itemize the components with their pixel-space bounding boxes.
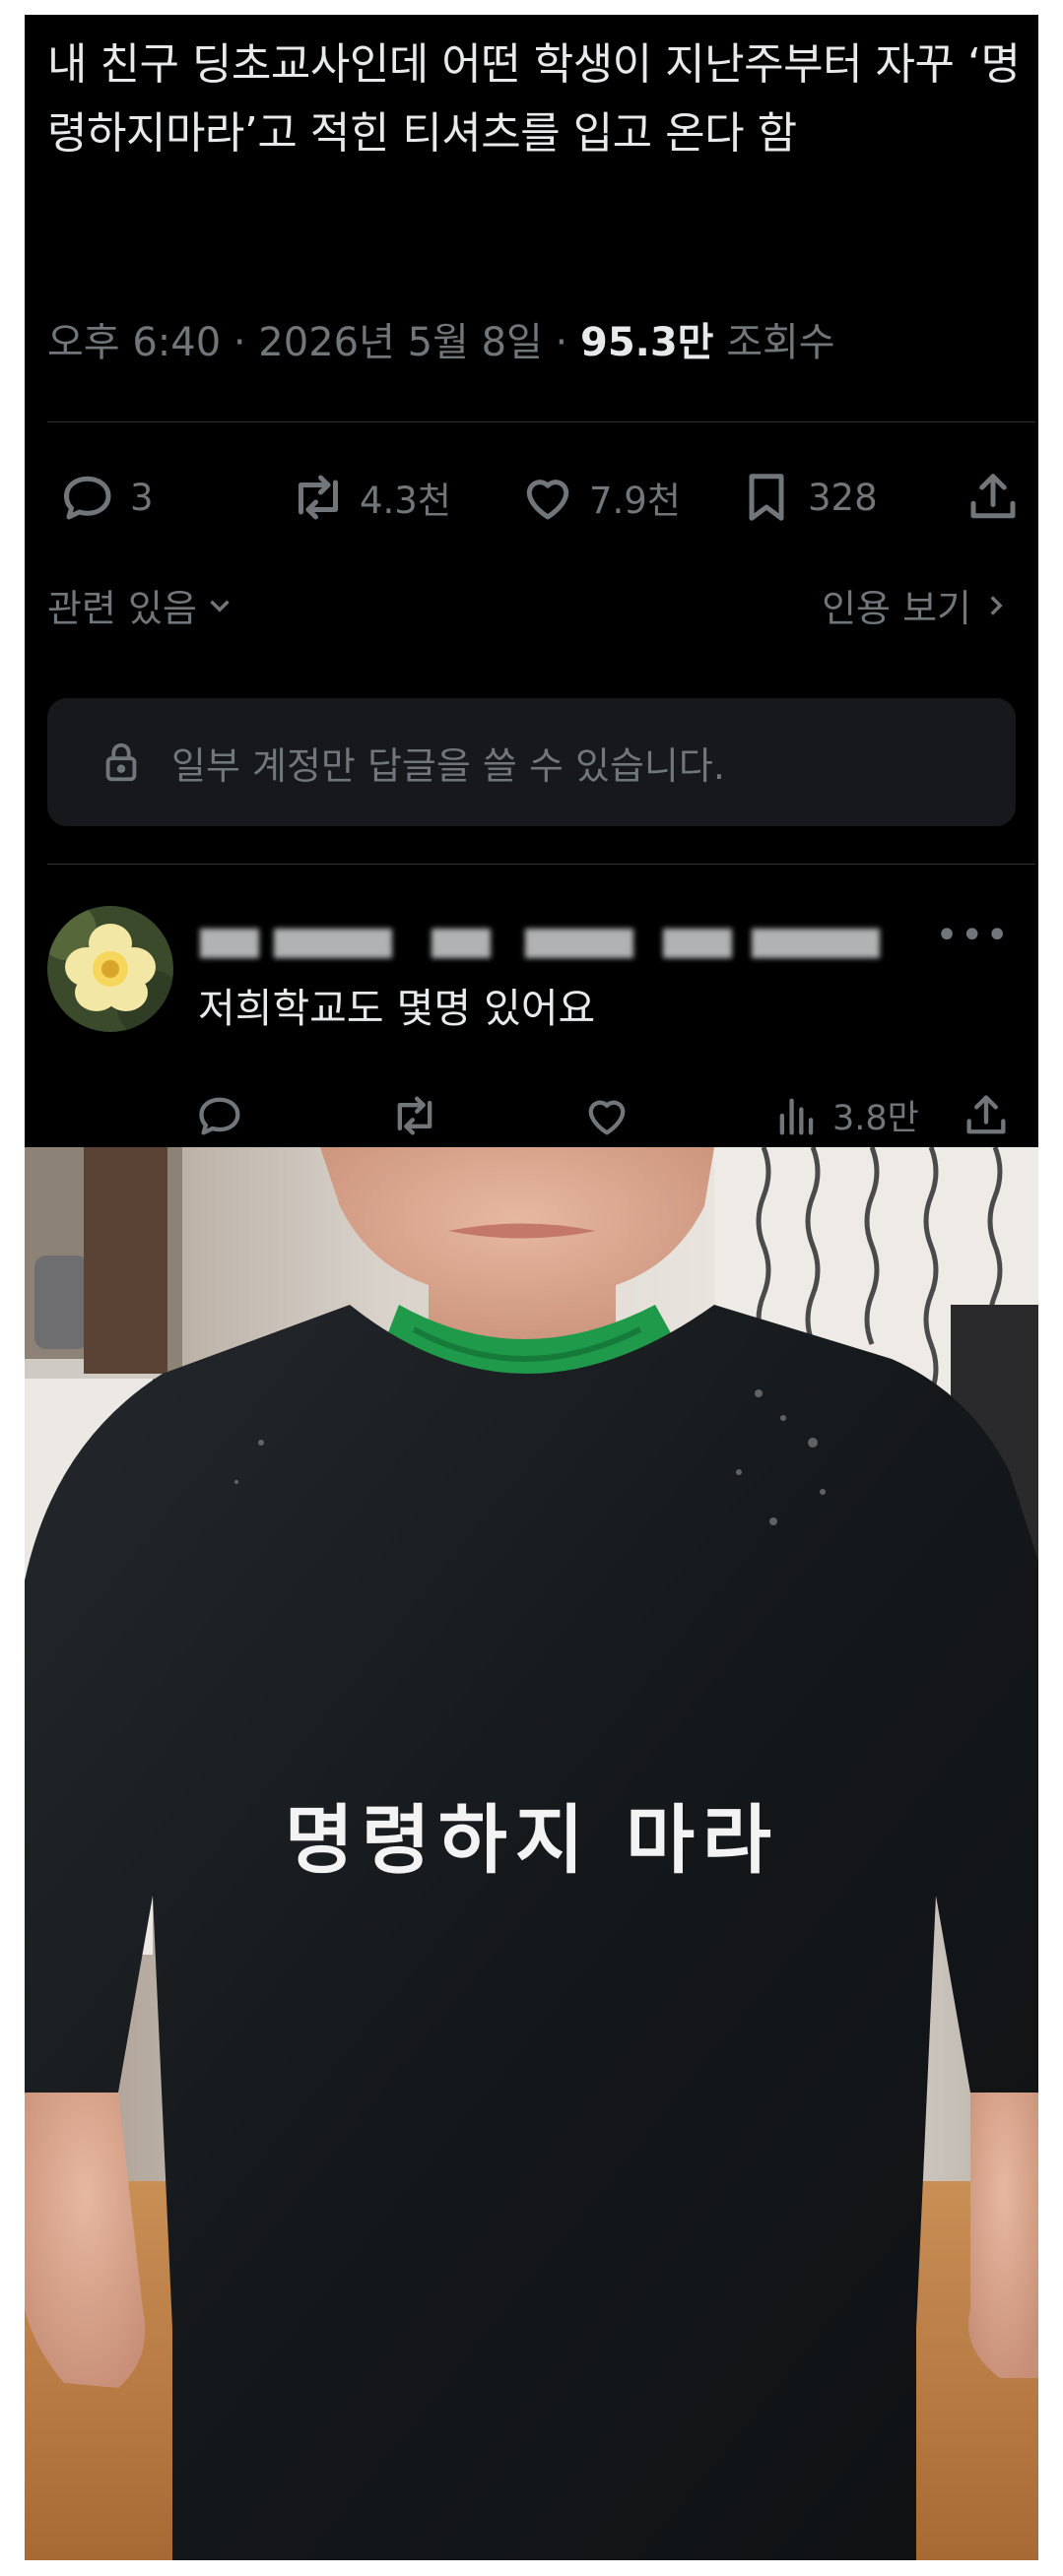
share-icon (966, 1094, 1006, 1133)
avatar-flower-image (47, 906, 173, 1032)
divider (47, 864, 1035, 865)
like-icon (526, 480, 569, 520)
reply-repost-button[interactable] (389, 1083, 440, 1147)
tweet-time[interactable]: 오후 6:40 (47, 320, 221, 365)
attached-photo[interactable]: 명령하지 마라 (25, 1147, 1038, 2560)
shirt-print-text: 명령하지 마라 (285, 1796, 779, 1884)
bookmark-icon (749, 474, 784, 521)
reply-actions: 3.8만 (25, 1083, 1038, 1147)
reply-share-button[interactable] (961, 1083, 1012, 1147)
like-button[interactable]: 7.9천 (518, 463, 681, 532)
reply-text: 저희학교도 몇명 있어요 (198, 985, 596, 1032)
like-icon (588, 1100, 626, 1134)
views-icon (779, 1098, 814, 1134)
bookmark-count: 328 (808, 476, 878, 519)
reply-count: 3 (130, 476, 154, 519)
views-count: 95.3만 (579, 320, 714, 365)
chevron-down-icon (210, 600, 230, 612)
tweet-text: 내 친구 딩초교사인데 어떤 학생이 지난주부터 자꾸 ‘명령하지마라’고 적힌… (47, 39, 1021, 159)
views-label: 조회수 (726, 320, 835, 365)
divider (47, 421, 1035, 422)
reply-author-name-redacted[interactable] (200, 919, 890, 968)
screenshot-frame: 내 친구 딩초교사인데 어떤 학생이 지난주부터 자꾸 ‘명령하지마라’고 적힌… (25, 15, 1038, 2560)
meta-separator: · (233, 320, 259, 365)
reply-restriction-notice: 일부 계정만 답글을 쓸 수 있습니다. (47, 698, 1016, 826)
repost-icon (397, 1096, 432, 1134)
lock-icon (105, 742, 137, 782)
reply-like-button[interactable] (581, 1083, 632, 1147)
reply-icon (199, 1097, 240, 1134)
reply-restriction-text: 일부 계정만 답글을 쓸 수 있습니다. (171, 743, 725, 788)
tweet-date[interactable]: 2026년 5월 8일 (258, 320, 543, 365)
meta-separator: · (555, 320, 580, 365)
repost-button[interactable]: 4.3천 (289, 463, 451, 532)
reply-views-count: 3.8만 (832, 1099, 919, 1138)
related-label: 관련 있음 (47, 587, 197, 630)
reply-views-button[interactable]: 3.8만 (771, 1083, 919, 1147)
quotes-label: 인용 보기 (822, 587, 971, 630)
reply-reply-button[interactable] (195, 1083, 246, 1147)
share-icon (970, 474, 1016, 519)
related-toggle[interactable]: 관련 있음 (47, 578, 236, 632)
reply-icon (64, 476, 111, 520)
bookmark-button[interactable]: 328 (737, 463, 878, 532)
like-count: 7.9천 (589, 480, 681, 522)
tweet-actions: 3 4.3천 7.9천 328 (47, 463, 1023, 532)
chevron-right-icon (990, 595, 1003, 615)
tweet-meta: 오후 6:40 · 2026년 5월 8일 · 95.3만 조회수 (47, 310, 835, 367)
view-quotes-link[interactable]: 인용 보기 (822, 578, 1013, 632)
reply-button[interactable]: 3 (59, 463, 154, 532)
share-button[interactable] (963, 463, 1023, 532)
repost-icon (299, 475, 338, 520)
avatar[interactable] (47, 906, 173, 1032)
more-icon[interactable]: ••• (935, 913, 1011, 958)
repost-count: 4.3천 (360, 480, 451, 522)
